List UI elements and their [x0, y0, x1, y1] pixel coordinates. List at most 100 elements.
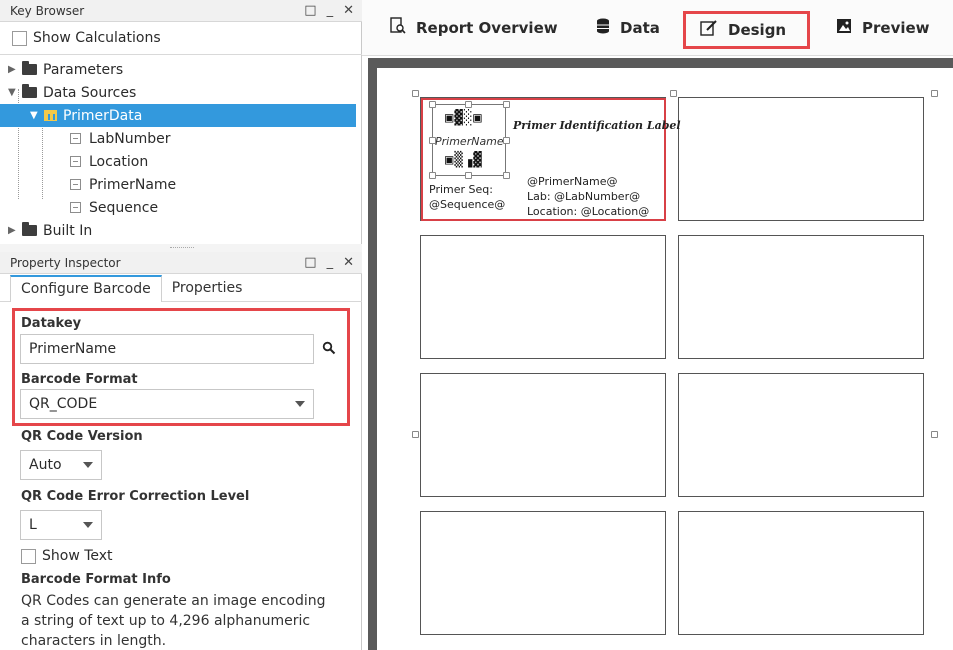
barcode-resize-handle[interactable] — [465, 172, 472, 179]
chevron-down-icon[interactable] — [295, 401, 305, 407]
tab-properties[interactable]: Properties — [162, 276, 253, 301]
sequence-caption[interactable]: Primer Seq: — [429, 182, 493, 197]
label-cell[interactable] — [420, 511, 666, 635]
minimize-icon[interactable]: _ — [327, 3, 334, 18]
page-resize-handle[interactable] — [412, 90, 419, 97]
tree-item-built-in[interactable]: ▶ Built In — [0, 219, 356, 242]
property-inspector-title: Property Inspector — [10, 255, 121, 270]
sequence-field[interactable]: @Sequence@ — [429, 197, 505, 212]
qr-version-value: Auto — [29, 457, 62, 473]
barcode-resize-handle[interactable] — [429, 137, 436, 144]
restore-icon[interactable]: □ — [304, 255, 316, 270]
field-icon — [70, 202, 81, 213]
minimize-icon[interactable]: _ — [327, 255, 334, 270]
tab-preview[interactable]: Preview — [836, 10, 930, 46]
tree-item-label: PrimerName — [89, 176, 177, 193]
label-cell[interactable] — [678, 373, 924, 497]
field-icon — [70, 179, 81, 190]
expand-caret-icon[interactable]: ▶ — [8, 64, 22, 75]
restore-icon[interactable]: □ — [304, 3, 316, 18]
page-resize-handle[interactable] — [931, 90, 938, 97]
collapse-caret-icon[interactable]: ▼ — [8, 87, 22, 98]
barcode-format-value: QR_CODE — [29, 396, 98, 412]
tree-item-parameters[interactable]: ▶ Parameters — [0, 58, 356, 81]
folder-icon — [22, 61, 37, 75]
tab-label: Preview — [862, 19, 930, 37]
show-calculations-row[interactable]: Show Calculations — [0, 22, 362, 55]
tab-design[interactable]: Design — [683, 11, 810, 49]
tree-item-location[interactable]: Location — [0, 150, 356, 173]
qr-barcode[interactable]: ▣▓░▣ PrimerName ▣▒▗▓ — [432, 104, 506, 176]
tree-item-primername[interactable]: PrimerName — [0, 173, 356, 196]
key-browser-panel: Key Browser □ _ ✕ Show Calculations ▶ Pa… — [0, 0, 362, 244]
key-browser-title: Key Browser — [10, 3, 85, 18]
label-cell[interactable] — [678, 235, 924, 359]
qr-version-select[interactable]: Auto — [20, 450, 102, 480]
expand-caret-icon[interactable]: ▶ — [8, 225, 22, 236]
qr-name-text: PrimerName — [435, 135, 504, 148]
qr-version-label: QR Code Version — [21, 429, 143, 444]
designer-toolbar: Report Overview Data Design Preview — [362, 0, 953, 56]
key-browser-header: Key Browser □ _ ✕ — [0, 0, 362, 22]
show-text-checkbox[interactable] — [21, 548, 36, 564]
tree-item-data-sources[interactable]: ▼ Data Sources — [0, 81, 356, 104]
report-page[interactable]: ▣▓░▣ PrimerName ▣▒▗▓ Primer Identificati… — [377, 68, 953, 650]
close-icon[interactable]: ✕ — [343, 3, 354, 18]
chevron-down-icon[interactable] — [83, 462, 93, 468]
label-cell[interactable] — [678, 97, 924, 221]
design-canvas[interactable]: ▣▓░▣ PrimerName ▣▒▗▓ Primer Identificati… — [368, 58, 953, 650]
tree-item-label: Parameters — [43, 61, 124, 78]
tree-item-label: LabNumber — [89, 130, 171, 147]
label-cell[interactable] — [420, 235, 666, 359]
format-info-label: Barcode Format Info — [21, 572, 171, 587]
show-text-row[interactable]: Show Text — [21, 548, 113, 564]
label-title[interactable]: Primer Identification Label — [513, 118, 681, 133]
primer-name-field[interactable]: @PrimerName@ — [527, 174, 617, 189]
label-cell[interactable] — [420, 373, 666, 497]
collapse-caret-icon[interactable]: ▼ — [30, 110, 44, 121]
tree-item-labnumber[interactable]: LabNumber — [0, 127, 356, 150]
tree-item-label: Location — [89, 153, 149, 170]
page-resize-handle[interactable] — [412, 431, 419, 438]
open-folder-icon — [22, 84, 37, 98]
lab-number-field[interactable]: Lab: @LabNumber@ — [527, 189, 640, 204]
panel-splitter[interactable] — [0, 244, 362, 252]
splitter-grip-icon[interactable] — [170, 247, 194, 249]
tree-item-sequence[interactable]: Sequence — [0, 196, 356, 219]
close-icon[interactable]: ✕ — [343, 255, 354, 270]
tab-data[interactable]: Data — [596, 10, 660, 46]
barcode-resize-handle[interactable] — [503, 137, 510, 144]
location-field[interactable]: Location: @Location@ — [527, 204, 649, 219]
tab-report-overview[interactable]: Report Overview — [390, 10, 558, 46]
report-overview-icon — [390, 16, 406, 40]
show-calculations-checkbox[interactable] — [12, 30, 27, 46]
page-resize-handle[interactable] — [931, 431, 938, 438]
left-panels: Key Browser □ _ ✕ Show Calculations ▶ Pa… — [0, 0, 362, 650]
format-info-line: QR Codes can generate an image encoding — [21, 593, 326, 609]
barcode-resize-handle[interactable] — [503, 101, 510, 108]
error-correction-value: L — [29, 517, 37, 533]
datakey-input[interactable]: PrimerName — [20, 334, 314, 364]
qr-pattern-icon: ▣▓░▣ — [445, 110, 483, 126]
barcode-resize-handle[interactable] — [429, 101, 436, 108]
format-info-line: a string of text up to 4,296 alphanumeri… — [21, 613, 311, 629]
search-icon[interactable] — [322, 341, 336, 355]
tab-label: Report Overview — [416, 19, 558, 37]
barcode-resize-handle[interactable] — [429, 172, 436, 179]
qr-pattern-icon: ▣▒▗▓ — [445, 152, 483, 168]
tree-item-primerdata[interactable]: ▼ PrimerData — [0, 104, 356, 127]
field-icon — [70, 156, 81, 167]
key-tree: ▶ Parameters ▼ Data Sources ▼ PrimerData… — [0, 55, 362, 239]
design-edit-icon — [700, 19, 718, 42]
tab-configure-barcode[interactable]: Configure Barcode — [10, 275, 162, 302]
chevron-down-icon[interactable] — [83, 522, 93, 528]
tree-item-label: Built In — [43, 222, 93, 239]
label-cell[interactable] — [678, 511, 924, 635]
report-designer: Report Overview Data Design Preview ▣▓░▣… — [362, 0, 953, 650]
barcode-format-select[interactable]: QR_CODE — [20, 389, 314, 419]
barcode-resize-handle[interactable] — [503, 172, 510, 179]
page-resize-handle[interactable] — [670, 90, 677, 97]
inspector-tabs: Configure Barcode Properties — [0, 274, 362, 302]
error-correction-select[interactable]: L — [20, 510, 102, 540]
barcode-resize-handle[interactable] — [465, 101, 472, 108]
